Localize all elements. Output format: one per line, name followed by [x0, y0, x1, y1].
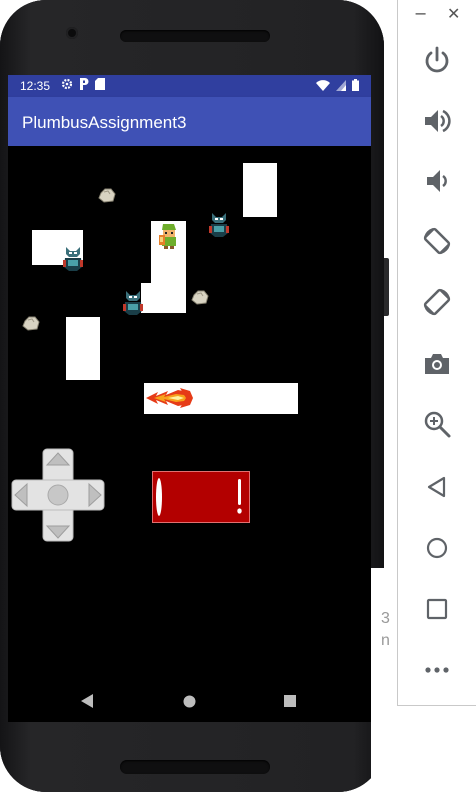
- rotate-right-icon: [423, 288, 451, 316]
- back-triangle-icon: [427, 476, 446, 498]
- rock-icon: [98, 188, 116, 203]
- status-time: 12:35: [20, 79, 51, 93]
- enemy-moblin-icon: [63, 247, 83, 271]
- nav-home-icon[interactable]: [183, 695, 196, 708]
- wall-block: [243, 163, 277, 217]
- background-window: [371, 568, 397, 792]
- phone-volume-button: [384, 258, 389, 316]
- sd-card-icon: [95, 78, 105, 90]
- zoom-button[interactable]: [415, 402, 459, 446]
- wall-block: [66, 317, 100, 380]
- wifi-icon: [316, 79, 330, 91]
- volume-down-button[interactable]: [415, 159, 459, 203]
- app-bar: PlumbusAssignment3: [8, 97, 371, 146]
- bottom-speaker: [120, 760, 270, 774]
- battery-icon: [352, 79, 359, 91]
- back-button[interactable]: [415, 465, 459, 509]
- nav-back-icon[interactable]: [80, 694, 94, 708]
- rotate-right-button[interactable]: [415, 280, 459, 324]
- rock-icon: [191, 290, 209, 305]
- zoom-in-icon: [424, 411, 451, 438]
- rock-icon: [22, 316, 40, 331]
- wall-block: [141, 283, 186, 313]
- top-speaker: [120, 30, 270, 42]
- front-camera: [66, 27, 78, 39]
- navigation-bar: [8, 677, 371, 722]
- dpad-up-arrow-icon[interactable]: [45, 451, 71, 467]
- minimize-icon[interactable]: −: [414, 4, 427, 23]
- status-bar: 12:35: [8, 75, 371, 97]
- settings-gear-icon: [61, 78, 73, 90]
- home-button[interactable]: [415, 526, 459, 570]
- more-dots-icon: [425, 667, 449, 673]
- background-window-text-line1: 3: [381, 610, 390, 627]
- action-button[interactable]: [152, 471, 250, 523]
- background-window-text: 3 n: [381, 608, 390, 652]
- enemy-moblin-icon: [209, 213, 229, 237]
- emulator-toolbar: − ✕: [397, 0, 476, 706]
- enemy-moblin-icon: [123, 291, 143, 315]
- close-icon[interactable]: ✕: [447, 4, 460, 23]
- device-screen: 12:35 PlumbusAssignment3: [8, 75, 371, 722]
- emulator-window-controls: − ✕: [398, 4, 476, 26]
- more-button[interactable]: [415, 648, 459, 692]
- volume-up-button[interactable]: [415, 99, 459, 143]
- volume-down-icon: [427, 170, 447, 192]
- game-canvas[interactable]: [8, 146, 371, 677]
- home-circle-icon: [426, 537, 448, 559]
- dpad-right-arrow-icon[interactable]: [87, 482, 103, 508]
- camera-icon: [425, 354, 449, 374]
- nav-overview-icon[interactable]: [284, 695, 296, 707]
- app-title: PlumbusAssignment3: [22, 113, 187, 132]
- overview-button[interactable]: [415, 587, 459, 631]
- fireball-projectile-icon: [146, 388, 193, 408]
- overview-square-icon: [426, 598, 448, 620]
- screenshot-button[interactable]: [415, 342, 459, 386]
- player-link-icon: [159, 224, 176, 249]
- rotate-left-button[interactable]: [415, 219, 459, 263]
- power-icon: [425, 46, 449, 73]
- dpad-left-arrow-icon[interactable]: [13, 482, 29, 508]
- rotate-left-icon: [423, 227, 451, 255]
- cell-signal-icon: [336, 79, 346, 91]
- power-button[interactable]: [415, 38, 459, 82]
- dpad-down-arrow-icon[interactable]: [45, 524, 71, 540]
- volume-up-icon: [425, 109, 451, 133]
- background-window-text-line2: n: [381, 632, 390, 649]
- parking-icon: [80, 78, 89, 90]
